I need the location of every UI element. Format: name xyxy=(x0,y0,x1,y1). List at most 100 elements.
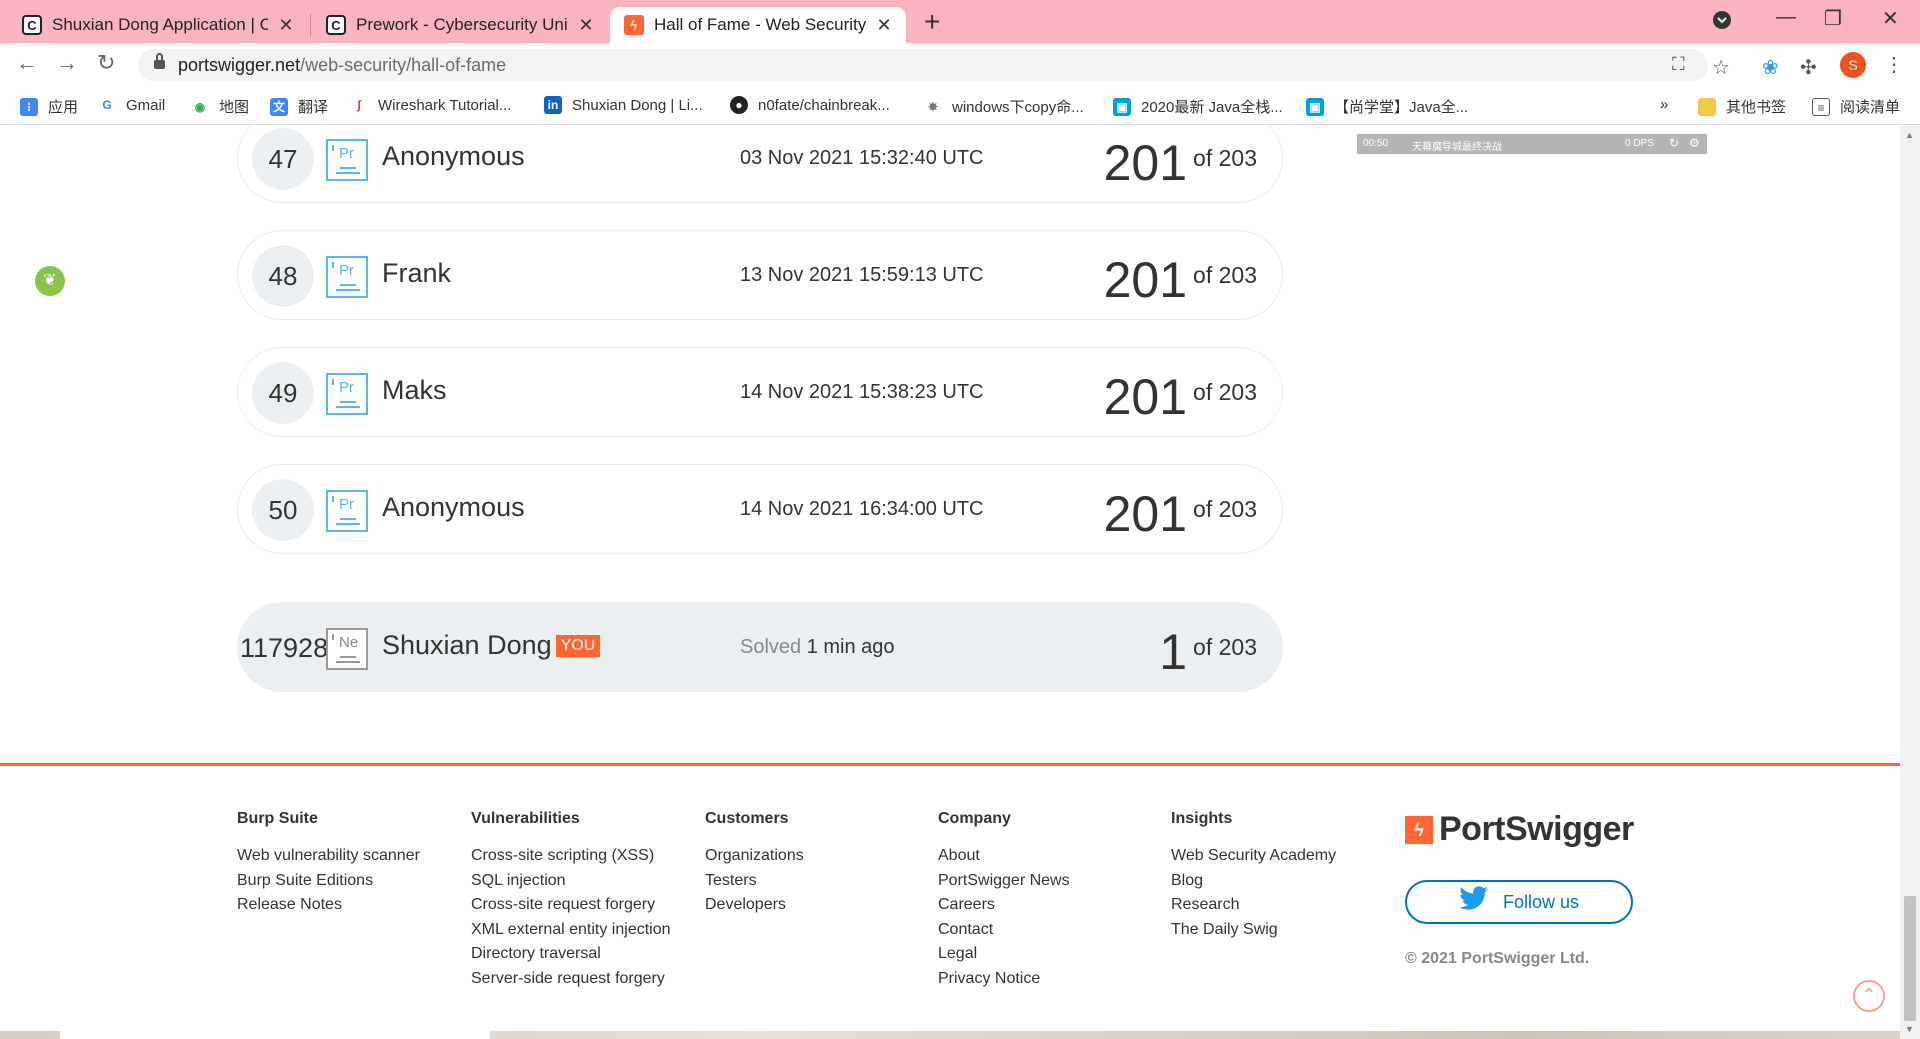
translate-icon[interactable]: ⛶ xyxy=(1672,54,1685,75)
bookmark-apps[interactable]: ⁝ 应用 xyxy=(20,96,78,117)
brand-name: PortSwigger xyxy=(1439,810,1634,848)
bookmark-label: 2020最新 Java全栈... xyxy=(1141,99,1283,116)
bilibili-icon: ▣ xyxy=(1113,97,1131,116)
tab-shuxian-application[interactable]: C Shuxian Dong Application | Cy ✕ xyxy=(8,7,308,43)
scrollbar-thumb[interactable] xyxy=(1904,896,1916,1021)
footer-link[interactable]: XML external entity injection xyxy=(471,918,671,943)
profile-avatar[interactable]: S xyxy=(1840,52,1866,78)
footer-link[interactable]: Contact xyxy=(938,918,1070,943)
bookmark-translate[interactable]: 文翻译 xyxy=(270,96,328,117)
bookmark-star-icon[interactable]: ☆ xyxy=(1712,55,1730,80)
bookmark-wireshark[interactable]: ʃ Wireshark Tutorial... xyxy=(350,96,511,114)
footer-link[interactable]: Developers xyxy=(705,893,804,918)
completion-date: 03 Nov 2021 15:32:40 UTC xyxy=(740,147,984,169)
footer-link[interactable]: Cross-site request forgery xyxy=(471,893,671,918)
close-icon[interactable]: ✕ xyxy=(276,15,296,36)
gear-icon[interactable]: ⚙ xyxy=(1689,136,1700,150)
footer-link[interactable]: Careers xyxy=(938,893,1070,918)
score: 1 of 203 xyxy=(1159,621,1257,678)
footer-link[interactable]: PortSwigger News xyxy=(938,869,1070,894)
google-icon: G xyxy=(98,96,116,114)
footer-link[interactable]: Release Notes xyxy=(237,893,420,918)
url-text[interactable]: portswigger.net/web-security/hall-of-fam… xyxy=(178,55,506,76)
footer-link[interactable]: Research xyxy=(1171,893,1336,918)
bug-icon: ✸ xyxy=(924,97,942,116)
bookmark-windows-copy[interactable]: ✸ windows下copy命... xyxy=(924,96,1084,117)
puzzle-icon[interactable]: ✣ xyxy=(1800,55,1817,80)
footer-link[interactable]: Directory traversal xyxy=(471,942,671,967)
bookmark-reading-list[interactable]: ≡ 阅读清单 xyxy=(1812,96,1900,117)
footer-heading: Company xyxy=(938,810,1011,827)
footer-link[interactable]: Testers xyxy=(705,869,804,894)
footer-link[interactable]: Privacy Notice xyxy=(938,967,1070,992)
tab-hall-of-fame[interactable]: ϟ Hall of Fame - Web Security A ✕ xyxy=(610,7,906,43)
restore-icon[interactable]: ❐ xyxy=(1824,6,1842,31)
score-value: 201 xyxy=(1103,369,1188,425)
tab-prework[interactable]: C Prework - Cybersecurity Unive ✕ xyxy=(312,7,608,43)
user-name: Anonymous xyxy=(382,141,525,171)
bookmark-label: 其他书签 xyxy=(1726,99,1787,116)
bookmark-label: Gmail xyxy=(126,96,166,114)
footer-link[interactable]: Organizations xyxy=(705,844,804,869)
badge-symbol: Pr xyxy=(339,145,354,162)
close-icon[interactable]: ✕ xyxy=(874,15,894,36)
score: 201 of 203 xyxy=(1104,483,1257,540)
tab-search-icon[interactable] xyxy=(1712,10,1732,36)
footer-link[interactable]: About xyxy=(938,844,1070,869)
video-overlay-bar[interactable]: 00:50 天幕魔导城最终决战 0 DPS ↻ ⚙ xyxy=(1357,134,1707,154)
folder-icon xyxy=(1698,97,1716,116)
footer-link[interactable]: Server-side request forgery xyxy=(471,967,671,992)
bookmark-gmail[interactable]: G Gmail xyxy=(98,96,165,114)
footer-link[interactable]: Legal xyxy=(938,942,1070,967)
footer-link[interactable]: Web vulnerability scanner xyxy=(237,844,420,869)
portswigger-logo[interactable]: ϟ PortSwigger xyxy=(1405,810,1634,849)
page-scrollbar[interactable]: ▲ ▼ xyxy=(1900,126,1920,1039)
footer-link[interactable]: Blog xyxy=(1171,869,1336,894)
scroll-to-top-icon[interactable]: ⌃ xyxy=(1853,980,1885,1012)
bookmark-other[interactable]: 其他书签 xyxy=(1698,96,1786,117)
my-leaderboard-row: 117928 Ne Shuxian Dong YOU Solved 1 min a… xyxy=(237,602,1283,692)
bookmark-label: 【尚学堂】Java全... xyxy=(1334,99,1469,116)
score: 201 of 203 xyxy=(1104,249,1257,306)
refresh-icon[interactable]: ↻ xyxy=(1669,136,1679,150)
footer-link[interactable]: Burp Suite Editions xyxy=(237,869,420,894)
bookmark-maps[interactable]: ◉ 地图 xyxy=(191,96,249,117)
sprout-icon[interactable]: ❦ xyxy=(35,266,65,296)
bookmark-github[interactable]: ● n0fate/chainbreak... xyxy=(730,96,890,114)
badge-symbol: Ne xyxy=(339,634,359,651)
tab-title: Shuxian Dong Application | Cy xyxy=(52,15,268,34)
scroll-down-icon[interactable]: ▼ xyxy=(1905,1024,1914,1034)
score: 201 of 203 xyxy=(1104,132,1257,189)
solved-ago: 1 min ago xyxy=(806,636,895,658)
footer-link[interactable]: SQL injection xyxy=(471,869,671,894)
reload-icon[interactable]: ↻ xyxy=(97,50,115,76)
bookmark-java-2020[interactable]: ▣ 2020最新 Java全栈... xyxy=(1113,96,1283,117)
footer-column-vulnerabilities: Vulnerabilities Cross-site scripting (XS… xyxy=(471,810,671,991)
forward-icon[interactable]: → xyxy=(56,50,78,76)
github-icon: ● xyxy=(730,96,748,114)
minimize-icon[interactable]: — xyxy=(1776,6,1796,29)
back-icon[interactable]: ← xyxy=(16,50,38,76)
follow-us-button[interactable]: Follow us xyxy=(1405,880,1633,924)
rank-number: 117928 xyxy=(240,633,329,663)
menu-icon[interactable]: ⋮ xyxy=(1884,52,1904,77)
scroll-up-icon[interactable]: ▲ xyxy=(1905,130,1914,140)
bookmark-java-shangxuetang[interactable]: ▣ 【尚学堂】Java全... xyxy=(1306,96,1468,117)
address-bar[interactable]: portswigger.net/web-security/hall-of-fam… xyxy=(138,49,1708,81)
close-icon[interactable]: ✕ xyxy=(576,15,596,36)
maps-pin-icon: ◉ xyxy=(191,97,209,116)
score-total: of 203 xyxy=(1193,379,1257,405)
window-close-icon[interactable]: ✕ xyxy=(1882,6,1899,31)
score: 201 of 203 xyxy=(1104,366,1257,423)
video-title: 天幕魔导城最终决战 xyxy=(1412,142,1502,153)
tab-title: Prework - Cybersecurity Unive xyxy=(356,15,568,34)
bookmark-linkedin[interactable]: in Shuxian Dong | Li... xyxy=(544,96,703,114)
portswigger-icon: ϟ xyxy=(624,15,644,35)
footer-link[interactable]: Web Security Academy xyxy=(1171,844,1336,869)
lock-icon[interactable] xyxy=(154,53,165,70)
bookmarks-overflow-button[interactable]: » xyxy=(1660,96,1668,113)
new-tab-button[interactable]: + xyxy=(924,8,940,36)
footer-link[interactable]: The Daily Swig xyxy=(1171,918,1336,943)
extension-icon[interactable]: ❀ xyxy=(1762,55,1779,80)
footer-link[interactable]: Cross-site scripting (XSS) xyxy=(471,844,671,869)
